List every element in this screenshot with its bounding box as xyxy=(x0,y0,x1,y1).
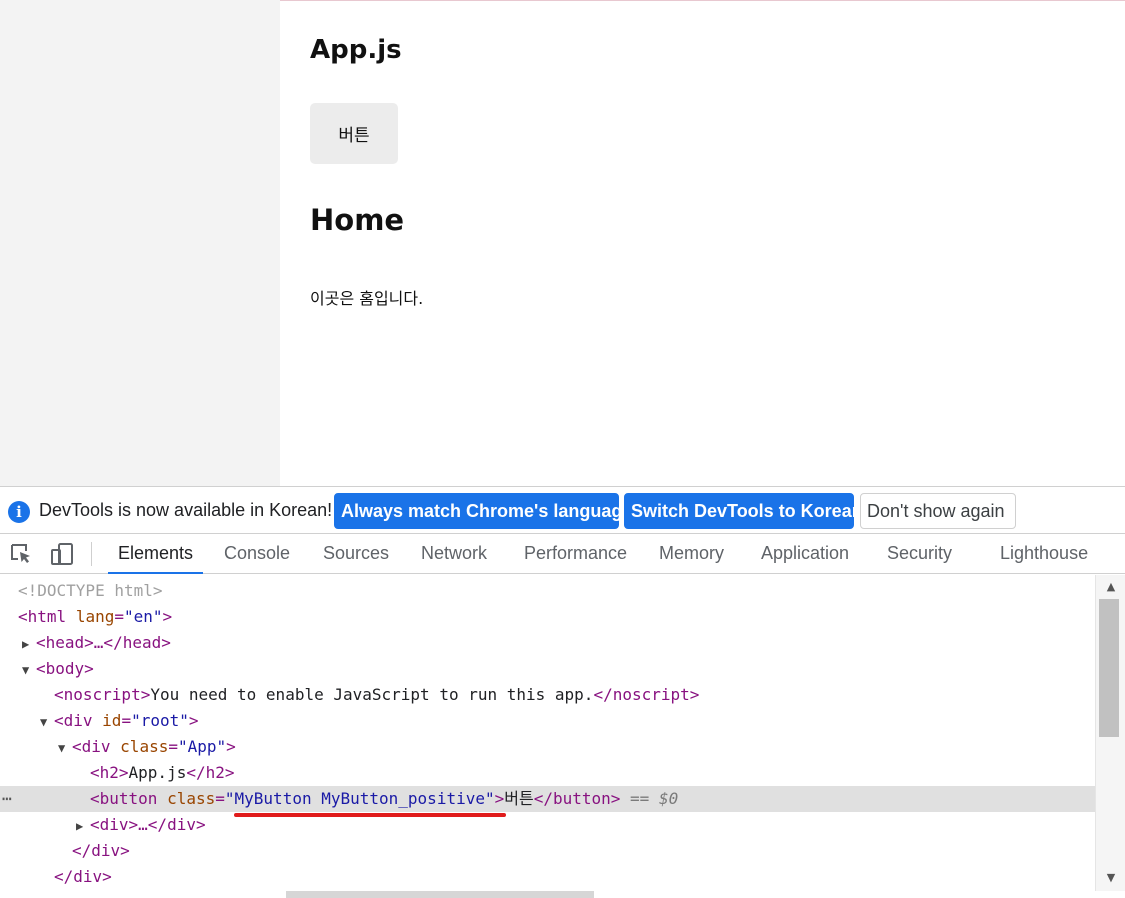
dom-line-head[interactable]: ▶ <head>…</head> xyxy=(0,630,1095,656)
info-icon: i xyxy=(8,501,30,523)
dont-show-again-button[interactable]: Don't show again xyxy=(860,493,1016,529)
page-heading: App.js xyxy=(310,35,402,65)
selected-node-marker: == $0 xyxy=(630,789,679,808)
dom-line-button-selected[interactable]: ⋯ <button class="MyButton MyButton_posit… xyxy=(0,786,1095,812)
tab-sources[interactable]: Sources xyxy=(323,534,389,574)
dom-line-div-app[interactable]: ▼ <div class="App"> xyxy=(0,734,1095,760)
tab-memory[interactable]: Memory xyxy=(659,534,724,574)
infobar-message: DevTools is now available in Korean! xyxy=(39,500,333,520)
dom-line-div-close-root[interactable]: </div> xyxy=(0,864,1095,890)
page-paragraph: 이곳은 홈입니다. xyxy=(310,289,424,308)
tab-console[interactable]: Console xyxy=(224,534,290,574)
elements-scrollbar[interactable]: ▲ ▼ xyxy=(1095,575,1125,891)
mybutton-positive[interactable]: 버튼 xyxy=(310,103,398,164)
elements-panel: <!DOCTYPE html> <html lang="en"> ▶ <head>… xyxy=(0,575,1095,891)
tab-application[interactable]: Application xyxy=(761,534,849,574)
collapse-triangle-icon[interactable]: ▼ xyxy=(40,709,54,735)
page-subheading: Home xyxy=(310,203,405,237)
scroll-up-arrow-icon[interactable]: ▲ xyxy=(1104,580,1118,594)
scroll-down-arrow-icon[interactable]: ▼ xyxy=(1104,871,1118,885)
tab-elements[interactable]: Elements xyxy=(108,534,204,574)
device-toolbar-icon[interactable] xyxy=(50,543,74,565)
page-viewport: App.js 버튼 Home 이곳은 홈입니다. xyxy=(0,0,1125,486)
scrollbar-thumb[interactable] xyxy=(1099,599,1119,737)
collapse-triangle-icon[interactable]: ▼ xyxy=(58,735,72,761)
more-options-icon[interactable]: ⋯ xyxy=(2,786,12,812)
page-content: App.js 버튼 Home 이곳은 홈입니다. xyxy=(280,0,1125,486)
red-underline-annotation xyxy=(234,813,506,817)
dom-line-div-root[interactable]: ▼ <div id="root"> xyxy=(0,708,1095,734)
expand-triangle-icon[interactable]: ▶ xyxy=(22,631,36,657)
devtools-tabbar: Elements Console Sources Network Perform… xyxy=(0,534,1125,574)
dom-line-div-close[interactable]: </div> xyxy=(0,838,1095,864)
dom-line-html[interactable]: <html lang="en"> xyxy=(0,604,1095,630)
dom-line-div-collapsed[interactable]: ▶ <div>…</div> xyxy=(0,812,1095,838)
collapse-triangle-icon[interactable]: ▼ xyxy=(22,657,36,683)
devtools-infobar: i DevTools is now available in Korean! A… xyxy=(0,486,1125,534)
expand-triangle-icon[interactable]: ▶ xyxy=(76,813,90,839)
always-match-language-button[interactable]: Always match Chrome's language xyxy=(334,493,632,529)
tab-lighthouse[interactable]: Lighthouse xyxy=(1000,534,1088,574)
dom-line-doctype[interactable]: <!DOCTYPE html> xyxy=(0,578,1095,604)
horizontal-scrollbar-thumb[interactable] xyxy=(286,891,594,898)
inspect-element-icon[interactable] xyxy=(10,543,34,565)
toolbar-divider xyxy=(91,542,92,566)
tab-network[interactable]: Network xyxy=(421,534,487,574)
dom-line-h2[interactable]: <h2>App.js</h2> xyxy=(0,760,1095,786)
switch-to-korean-button[interactable]: Switch DevTools to Korean xyxy=(624,493,863,529)
dom-line-noscript[interactable]: <noscript>You need to enable JavaScript … xyxy=(0,682,1095,708)
tab-performance[interactable]: Performance xyxy=(524,534,627,574)
dom-line-body[interactable]: ▼ <body> xyxy=(0,656,1095,682)
tab-security[interactable]: Security xyxy=(887,534,952,574)
